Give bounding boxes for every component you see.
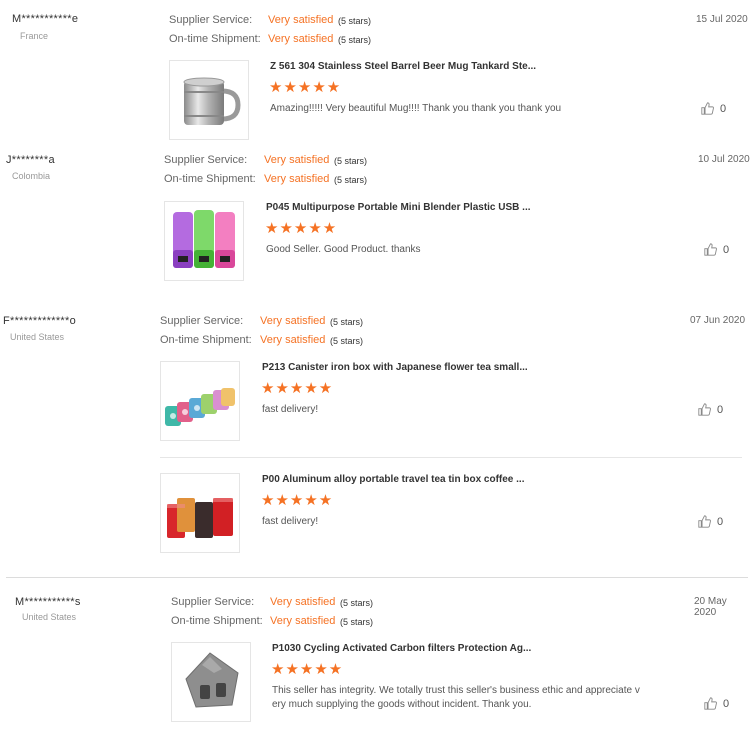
like-count: 0: [723, 697, 730, 710]
like-button[interactable]: 0: [704, 697, 729, 710]
supplier-service-label: Supplier Service:: [171, 596, 255, 608]
review-comment-line2: ery much supplying the goods without inc…: [272, 699, 532, 710]
ontime-shipment-stars: (5 stars): [340, 617, 374, 627]
filter-mask-image: [185, 652, 239, 708]
ontime-shipment-rating: Very satisfied: [270, 615, 336, 627]
star-icon: ★★★★★: [271, 661, 344, 678]
review-comment-line1: This seller has integrity. We totally tr…: [272, 685, 640, 696]
product-title[interactable]: P1030 Cycling Activated Carbon filters P…: [272, 643, 531, 654]
buyer-name: M***********s: [15, 596, 81, 608]
supplier-service-rating: Very satisfied: [270, 596, 336, 608]
review-item: M***********s United States Supplier Ser…: [0, 0, 750, 750]
ontime-shipment-label: On-time Shipment:: [171, 615, 263, 627]
review-date: 20 May 2020: [694, 596, 727, 618]
thumbs-up-icon: [704, 697, 717, 710]
buyer-country: United States: [22, 612, 77, 622]
supplier-service-stars: (5 stars): [340, 598, 374, 608]
product-thumbnail[interactable]: [171, 642, 251, 722]
